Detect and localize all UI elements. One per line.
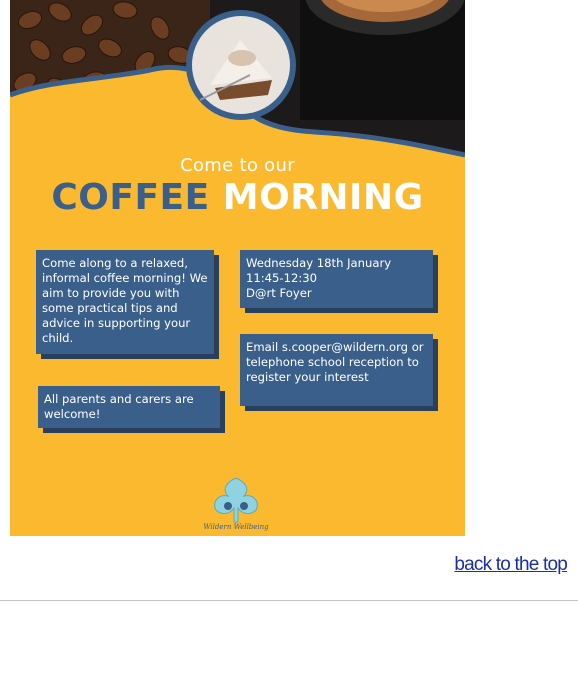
info-box-parents: All parents and carers are welcome! — [38, 386, 220, 428]
info-box-email: Email s.cooper@wildern.org or telephone … — [240, 334, 433, 406]
back-to-top-link[interactable]: back to the top — [454, 554, 567, 576]
coffee-morning-poster: Come to our COFFEE MORNING Come along to… — [10, 0, 465, 536]
info-box-date: Wednesday 18th January 11:45-12:30 D@rt … — [240, 250, 433, 308]
poster-subheading: Come to our — [180, 155, 295, 176]
headline-coffee: COFFEE — [51, 177, 210, 218]
info-box-intro: Come along to a relaxed, informal coffee… — [36, 250, 214, 354]
event-time: 11:45-12:30 — [246, 271, 318, 285]
coffee-photo-banner — [10, 0, 465, 170]
divider — [0, 600, 578, 601]
headline-morning: MORNING — [222, 177, 424, 218]
event-location: D@rt Foyer — [246, 286, 312, 300]
event-date: Wednesday 18th January — [246, 256, 392, 270]
poster-headline: COFFEE MORNING — [10, 176, 465, 220]
logo-wordmark: Wildern Wellbeing — [203, 523, 269, 531]
